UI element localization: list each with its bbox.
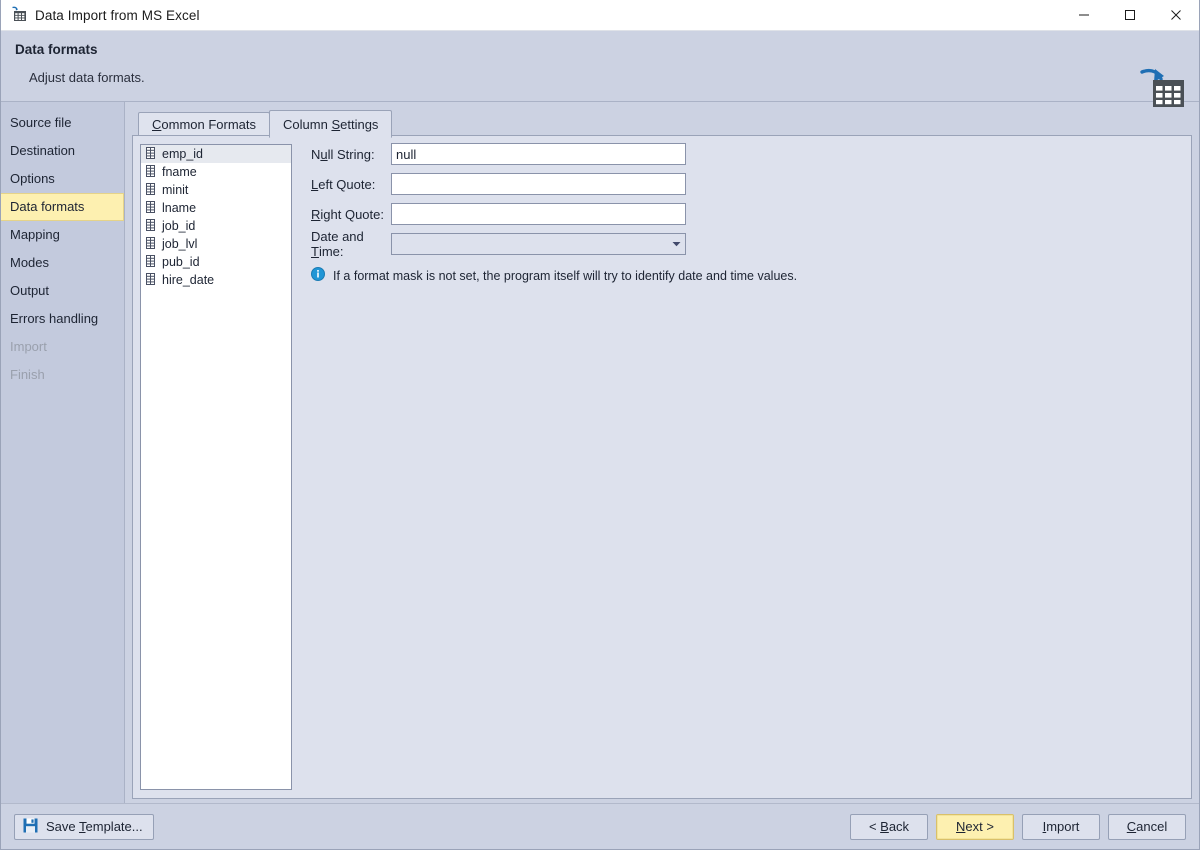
column-icon <box>146 165 155 180</box>
column-name: minit <box>162 183 188 197</box>
minimize-button[interactable] <box>1061 0 1107 31</box>
date-time-accel: T <box>311 244 319 259</box>
column-icon <box>146 273 155 288</box>
save-template-accel: T <box>79 819 86 834</box>
column-list[interactable]: emp_id fname minit <box>140 144 292 790</box>
list-item[interactable]: job_id <box>141 217 291 235</box>
right-quote-row: Right Quote: <box>311 202 1181 226</box>
tab-strip: Common Formats Column Settings <box>132 109 1192 136</box>
tab-column-settings-label: Column <box>283 117 331 132</box>
sidebar-item-modes[interactable]: Modes <box>1 249 124 277</box>
sidebar-item-output[interactable]: Output <box>1 277 124 305</box>
list-item[interactable]: emp_id <box>141 145 291 163</box>
next-button-label: Next > <box>956 819 994 834</box>
wizard-header: Data formats Adjust data formats. <box>1 31 1199 102</box>
page-subtitle: Adjust data formats. <box>29 70 1199 85</box>
maximize-icon <box>1124 9 1136 21</box>
cancel-accel: C <box>1127 819 1136 834</box>
next-accel: N <box>956 819 965 834</box>
cancel-button-label: Cancel <box>1127 819 1167 834</box>
column-icon <box>146 255 155 270</box>
column-name: pub_id <box>162 255 200 269</box>
import-accel: I <box>1043 819 1047 834</box>
format-mask-hint: If a format mask is not set, the program… <box>311 267 1181 284</box>
content-area: Common Formats Column Settings emp_id <box>125 102 1199 803</box>
right-quote-accel: R <box>311 207 320 222</box>
save-disk-icon <box>23 818 38 836</box>
date-time-label: Date and Time: <box>311 229 391 259</box>
format-mask-hint-text: If a format mask is not set, the program… <box>333 269 797 283</box>
column-name: job_id <box>162 219 195 233</box>
close-button[interactable] <box>1153 0 1199 31</box>
left-quote-row: Left Quote: <box>311 172 1181 196</box>
list-item[interactable]: fname <box>141 163 291 181</box>
list-item[interactable]: pub_id <box>141 253 291 271</box>
close-icon <box>1170 9 1182 21</box>
left-quote-input[interactable] <box>391 173 686 195</box>
title-bar: Data Import from MS Excel <box>1 0 1199 31</box>
list-item[interactable]: job_lvl <box>141 235 291 253</box>
tab-column-settings[interactable]: Column Settings <box>269 110 392 138</box>
column-icon <box>146 147 155 162</box>
column-name: hire_date <box>162 273 214 287</box>
column-icon <box>146 201 155 216</box>
wizard-steps-sidebar: Source file Destination Options Data for… <box>1 102 125 803</box>
footer-bar: Save Template... < Back Next > Import Ca… <box>1 803 1199 849</box>
column-name: job_lvl <box>162 237 197 251</box>
import-wizard-window: Data Import from MS Excel Data formats A… <box>0 0 1200 850</box>
sidebar-item-import: Import <box>1 333 124 361</box>
save-template-button[interactable]: Save Template... <box>14 814 154 840</box>
sidebar-item-data-formats[interactable]: Data formats <box>1 193 124 221</box>
minimize-icon <box>1078 9 1090 21</box>
date-time-row: Date and Time: <box>311 232 1181 256</box>
column-icon <box>146 183 155 198</box>
cancel-button[interactable]: Cancel <box>1108 814 1186 840</box>
back-button-label: < Back <box>869 819 909 834</box>
window-title: Data Import from MS Excel <box>35 8 1061 23</box>
sidebar-item-errors-handling[interactable]: Errors handling <box>1 305 124 333</box>
list-item[interactable]: lname <box>141 199 291 217</box>
column-settings-panel: emp_id fname minit <box>132 135 1192 799</box>
column-settings-form: Null String: Left Quote: Right Quote: Da… <box>311 142 1181 284</box>
column-icon <box>146 219 155 234</box>
chevron-down-icon[interactable] <box>667 234 685 254</box>
column-name: lname <box>162 201 196 215</box>
tab-common-formats-label: ommon Formats <box>161 117 256 132</box>
null-string-row: Null String: <box>311 142 1181 166</box>
info-icon <box>311 267 325 284</box>
import-button[interactable]: Import <box>1022 814 1100 840</box>
left-quote-label: Left Quote: <box>311 177 391 192</box>
sidebar-item-finish: Finish <box>1 361 124 389</box>
tab-column-settings-accel: S <box>331 117 340 132</box>
right-quote-input[interactable] <box>391 203 686 225</box>
right-quote-label: Right Quote: <box>311 207 391 222</box>
column-name: fname <box>162 165 197 179</box>
excel-import-icon <box>10 6 27 25</box>
list-item[interactable]: hire_date <box>141 271 291 289</box>
null-string-accel: u <box>320 147 327 162</box>
back-button[interactable]: < Back <box>850 814 928 840</box>
null-string-input[interactable] <box>391 143 686 165</box>
sidebar-item-source-file[interactable]: Source file <box>1 109 124 137</box>
null-string-label: Null String: <box>311 147 391 162</box>
date-time-combobox[interactable] <box>391 233 686 255</box>
wizard-body: Source file Destination Options Data for… <box>1 102 1199 803</box>
tab-common-formats[interactable]: Common Formats <box>138 112 270 137</box>
left-quote-accel: L <box>311 177 318 192</box>
column-name: emp_id <box>162 147 203 161</box>
save-template-label: Save Template... <box>46 819 143 834</box>
tab-common-formats-accel: C <box>152 117 161 132</box>
sidebar-item-mapping[interactable]: Mapping <box>1 221 124 249</box>
list-item[interactable]: minit <box>141 181 291 199</box>
maximize-button[interactable] <box>1107 0 1153 31</box>
page-title: Data formats <box>15 42 1199 57</box>
column-icon <box>146 237 155 252</box>
sidebar-item-destination[interactable]: Destination <box>1 137 124 165</box>
sidebar-item-options[interactable]: Options <box>1 165 124 193</box>
next-button[interactable]: Next > <box>936 814 1014 840</box>
back-accel: B <box>880 819 889 834</box>
import-button-label: Import <box>1043 819 1080 834</box>
